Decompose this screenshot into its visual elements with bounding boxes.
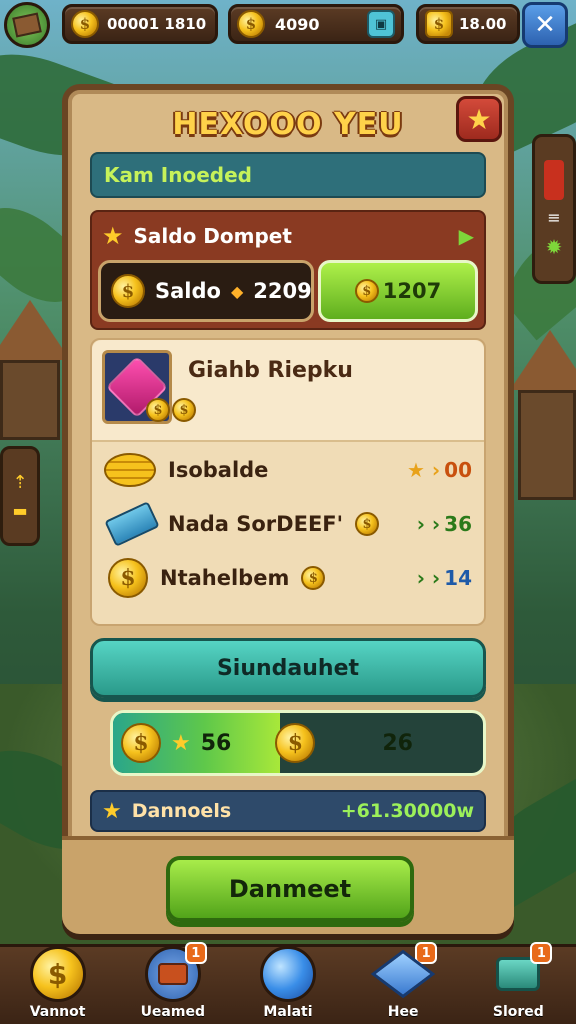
lines-icon: ≡ — [547, 207, 561, 227]
progress-right-value: 26 — [382, 730, 413, 756]
wallet-header[interactable]: ★ Saldo Dompet ▶ — [102, 218, 474, 254]
gold-counter[interactable]: $ 18.00 — [416, 4, 520, 44]
ticket-icon — [104, 501, 160, 547]
gems-value: 4090 — [275, 14, 320, 34]
close-button[interactable]: ✕ — [522, 2, 568, 48]
offer-row[interactable]: $ Ntahelbem $ › › 14 — [104, 554, 472, 602]
right-side-tab[interactable]: ≡ ✹ — [532, 134, 576, 284]
wallet-balance-box: ★ Saldo Dompet ▶ $ Saldo ◆ 2209 $ 1207 — [90, 210, 486, 330]
bottom-nav: $ Vannot 1 Ueamed Malati 1 Hee 1 Slored — [0, 942, 576, 1024]
nav-label: Slored — [492, 1004, 544, 1020]
nav-label: Hee — [387, 1004, 419, 1020]
progress-left-value: 56 — [200, 730, 232, 756]
info-bar: ★ Dannoels +61.30000w — [90, 790, 486, 832]
diamond-icon: ◆ — [230, 281, 244, 301]
coin-icon: $ — [172, 398, 196, 422]
offer-row-value-wrap: › › 14 — [417, 566, 472, 590]
favorite-button[interactable]: ★ — [456, 96, 502, 142]
info-value: +61.30000w — [340, 800, 474, 822]
panel-title: HEXOOO YEU — [172, 106, 404, 142]
teal-action-button[interactable]: Siundauhet — [90, 638, 486, 698]
topup-value: 1207 — [382, 279, 442, 303]
nav-label: Ueamed — [140, 1004, 205, 1020]
coin-icon: $ — [71, 10, 99, 38]
offer-box: $ $ Giahb Riepku Isobalde ★ › 00 Nada So… — [90, 338, 486, 626]
info-label: Dannoels — [131, 800, 232, 822]
main-action-button[interactable]: Danmeet — [166, 856, 414, 922]
coin-icon: $ — [146, 398, 170, 422]
coin-icon: $ — [237, 10, 265, 38]
gold-value: 18.00 — [459, 15, 507, 33]
offer-row-value: 14 — [444, 566, 472, 590]
nav-item-slored[interactable]: 1 Slored — [468, 942, 568, 1020]
coin-icon: $ — [354, 279, 379, 303]
top-bar: $ 00001 1810 $ 4090 ▣ $ 18.00 ✕ — [0, 0, 576, 52]
nav-item-malati[interactable]: Malati — [238, 946, 338, 1020]
progress-bar: $ ★ 56 $ 26 — [110, 710, 486, 776]
offer-panel: HEXOOO YEU ★ Kam Inoeded ★ Saldo Dompet … — [62, 84, 514, 934]
offer-row-label: Ntahelbem — [160, 566, 290, 590]
gems-counter[interactable]: $ 4090 ▣ — [228, 4, 404, 44]
notification-badge: 1 — [530, 942, 553, 964]
offer-row-prefix: › › — [416, 512, 441, 536]
topup-button[interactable]: $ 1207 — [318, 260, 478, 322]
coins-value: 00001 1810 — [107, 15, 207, 33]
offer-row[interactable]: Nada SorDEEF' $ › › 36 — [104, 500, 472, 548]
gem-coins: $ $ — [146, 398, 196, 422]
nav-item-vannot[interactable]: $ Vannot — [8, 946, 108, 1020]
close-icon: ✕ — [534, 10, 556, 40]
offer-row-value: 00 — [444, 458, 472, 482]
left-side-tab[interactable]: ⇡ ▬ — [0, 446, 40, 546]
coin-stack-icon — [104, 453, 156, 487]
arrow-up-icon: ⇡ — [12, 472, 28, 493]
coin-icon: $ — [121, 723, 161, 763]
coins-counter[interactable]: $ 00001 1810 — [62, 4, 218, 44]
robot-icon[interactable]: ▣ — [367, 10, 395, 38]
coin-icon: $ — [301, 566, 326, 590]
offer-row-value: 36 — [444, 512, 472, 536]
gear-icon: ✹ — [545, 234, 563, 259]
notification-badge: 1 — [184, 942, 207, 964]
wallet-header-label: Saldo Dompet — [133, 224, 292, 248]
nav-item-hee[interactable]: 1 Hee — [353, 942, 453, 1020]
coin-icon: $ — [355, 512, 380, 536]
gold-icon: $ — [425, 10, 453, 38]
coin-icon: $ — [108, 558, 148, 598]
play-arrow-icon: ▶ — [458, 224, 474, 248]
offer-row[interactable]: Isobalde ★ › 00 — [104, 446, 472, 494]
flag-icon — [544, 159, 564, 200]
star-icon: ★ — [171, 730, 191, 756]
progress-content: $ ★ 56 $ 26 — [113, 713, 483, 773]
offer-row-value-wrap: › › 36 — [417, 512, 472, 536]
offer-row-prefix: ★ › — [407, 458, 441, 482]
minus-icon: ▬ — [12, 501, 28, 520]
saldo-field: $ Saldo ◆ 2209 — [98, 260, 314, 322]
coin-icon: $ — [275, 723, 316, 763]
offer-header: $ $ Giahb Riepku — [92, 340, 484, 442]
nav-item-ueamed[interactable]: 1 Ueamed — [123, 942, 223, 1020]
nav-label: Malati — [263, 1004, 313, 1020]
offer-title: Giahb Riepku — [188, 358, 353, 383]
offer-row-value-wrap: ★ › 00 — [407, 458, 472, 482]
orb-icon — [259, 946, 316, 1002]
star-icon: ★ — [466, 102, 492, 136]
star-icon: ★ — [102, 222, 124, 250]
saldo-value: 2209 — [253, 279, 312, 303]
offer-row-label: Nada SorDEEF' — [168, 512, 344, 536]
offer-row-label: Isobalde — [168, 458, 269, 482]
coin-icon: $ — [111, 274, 145, 308]
subheading: Kam Inoeded — [90, 152, 486, 198]
nav-label: Vannot — [29, 1004, 86, 1020]
star-icon: ★ — [102, 798, 122, 824]
crate-icon[interactable] — [4, 2, 50, 48]
offer-row-prefix: › › — [416, 566, 441, 590]
saldo-label: Saldo — [155, 279, 221, 303]
coin-icon: $ — [29, 946, 86, 1002]
